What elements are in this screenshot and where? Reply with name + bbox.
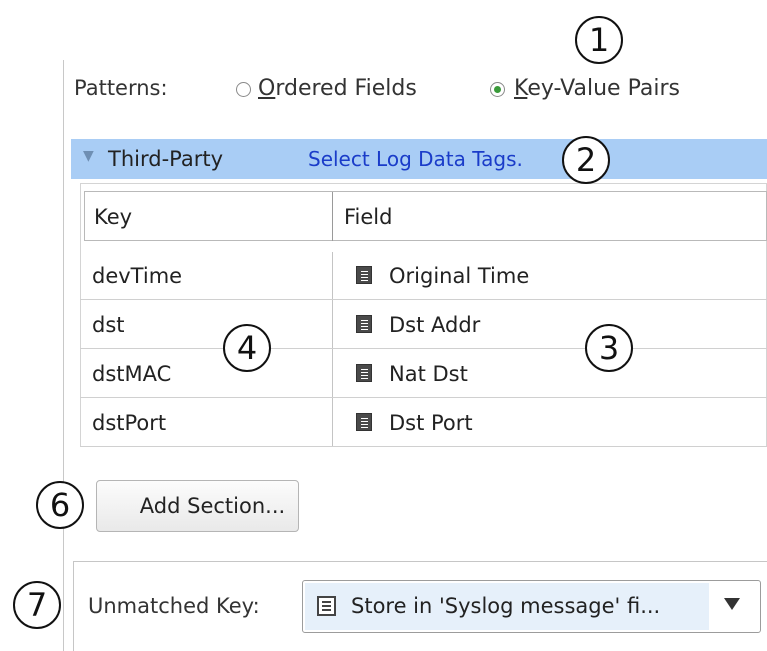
key-value-pairs-label[interactable]: Key-Value Pairs [514, 76, 680, 101]
key-cell: dstPort [92, 411, 167, 435]
field-cell: Nat Dst [389, 362, 468, 386]
table-row[interactable]: dst Dst Addr [81, 302, 767, 348]
field-icon [356, 364, 372, 382]
column-header-field[interactable]: Field [344, 205, 392, 229]
field-icon [356, 315, 372, 333]
section-title: Third-Party [108, 147, 224, 171]
table-row[interactable]: devTime Original Time [81, 253, 767, 299]
callout-6: 6 [36, 481, 84, 529]
key-cell: devTime [92, 264, 183, 288]
field-cell: Original Time [389, 264, 530, 288]
field-cell: Dst Port [389, 411, 473, 435]
callout-3: 3 [585, 324, 633, 372]
column-header-key[interactable]: Key [94, 205, 132, 229]
patterns-label: Patterns: [74, 76, 168, 100]
field-icon [356, 413, 372, 431]
unmatched-key-label: Unmatched Key: [88, 594, 260, 618]
radio-button-selected[interactable] [490, 82, 505, 97]
row-divider [80, 397, 767, 398]
table-row[interactable]: dstPort Dst Port [81, 400, 767, 446]
left-border [63, 60, 64, 651]
table-header [84, 191, 767, 241]
dropdown-selected-value[interactable]: Store in 'Syslog message' fi... [351, 594, 660, 618]
collapse-triangle-icon[interactable]: ▼ [83, 148, 94, 164]
row-divider [80, 446, 767, 447]
callout-7: 7 [13, 581, 61, 629]
radio-button-unselected[interactable] [236, 82, 251, 97]
callout-1: 1 [575, 16, 623, 64]
ordered-fields-label[interactable]: Ordered Fields [258, 76, 417, 101]
table-row[interactable]: dstMAC Nat Dst [81, 351, 767, 397]
field-cell: Dst Addr [389, 313, 481, 337]
row-divider [80, 348, 767, 349]
callout-4: 4 [223, 324, 271, 372]
key-cell: dst [92, 313, 125, 337]
field-icon [356, 266, 372, 284]
row-divider [80, 299, 767, 300]
callout-2: 2 [562, 136, 610, 184]
document-icon [317, 596, 336, 616]
select-log-data-tags-link[interactable]: Select Log Data Tags. [308, 147, 523, 171]
dropdown-arrow-icon[interactable] [724, 598, 740, 610]
add-section-button[interactable]: Add Section... [96, 480, 299, 532]
header-column-divider [332, 192, 333, 241]
key-cell: dstMAC [92, 362, 172, 386]
